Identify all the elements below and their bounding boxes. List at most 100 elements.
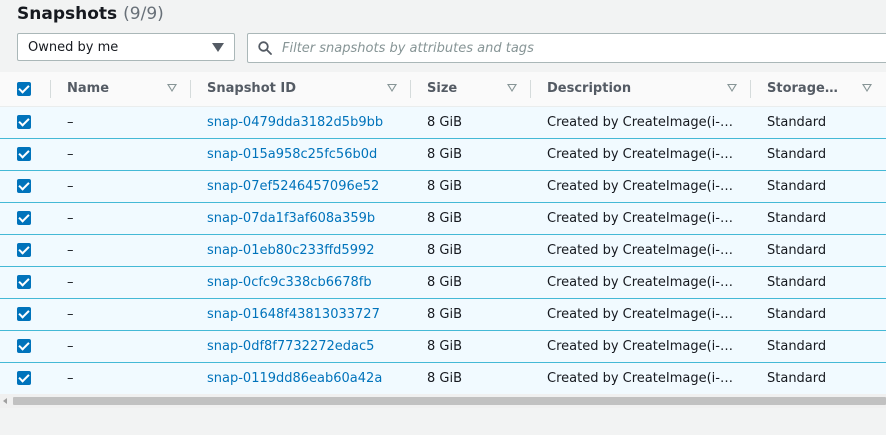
row-checkbox[interactable] [17,307,31,321]
row-select-cell [0,234,51,266]
search-icon [258,41,272,55]
row-checkbox[interactable] [17,371,31,385]
description-cell: Created by CreateImage(i-… [547,274,733,290]
storage-cell: Standard [767,306,827,322]
snapshot-id-cell: snap-07da1f3af608a359b [191,202,411,234]
snapshot-id-link[interactable]: snap-0119dd86eab60a42a [207,371,382,386]
column-header-name[interactable]: Name [51,72,191,106]
row-checkbox[interactable] [17,211,31,225]
snapshot-id-cell: snap-0df8f7732272edac5 [191,330,411,362]
storage-cell: Standard [767,370,827,386]
storage-cell: Standard [767,274,827,290]
select-all-checkbox[interactable] [17,81,31,96]
snapshot-id-link[interactable]: snap-01648f43813033727 [207,307,380,322]
row-checkbox[interactable] [17,115,31,129]
size-cell: 8 GiB [427,242,463,258]
description-cell: Created by CreateImage(i-… [547,114,733,130]
snapshot-id-link[interactable]: snap-0479dda3182d5b9bb [207,115,383,130]
description-cell: Created by CreateImage(i-… [547,370,733,386]
row-checkbox[interactable] [17,243,31,257]
storage-cell: Standard [767,338,827,354]
size-cell: 8 GiB [427,146,463,162]
description-cell: Created by CreateImage(i-… [547,210,733,226]
row-checkbox[interactable] [17,179,31,193]
column-header-label: Size [427,81,458,97]
name-cell: – [67,338,74,354]
table-row[interactable]: – snap-07ef5246457096e52 8 GiB Created b… [0,170,886,202]
selection-count: (9/9) [123,4,164,24]
name-cell: – [67,114,74,130]
row-select-cell [0,298,51,330]
table-row[interactable]: – snap-0df8f7732272edac5 8 GiB Created b… [0,330,886,362]
snapshot-id-link[interactable]: snap-0df8f7732272edac5 [207,339,374,354]
snapshot-id-link[interactable]: snap-015a958c25fc56b0d [207,147,377,162]
snapshots-table: Name Snapshot ID Size Description Storag… [0,72,886,395]
snapshot-id-link[interactable]: snap-0cfc9c338cb6678fb [207,275,372,290]
size-cell: 8 GiB [427,210,463,226]
row-select-cell [0,266,51,298]
snapshot-id-link[interactable]: snap-07ef5246457096e52 [207,179,379,194]
size-cell: 8 GiB [427,274,463,290]
size-cell: 8 GiB [427,306,463,322]
table-row[interactable]: – snap-0479dda3182d5b9bb 8 GiB Created b… [0,106,886,138]
column-header-label: Storage… [767,81,838,97]
table-row[interactable]: – snap-01eb80c233ffd5992 8 GiB Created b… [0,234,886,266]
table-row[interactable]: – snap-07da1f3af608a359b 8 GiB Created b… [0,202,886,234]
sort-icon[interactable] [387,84,397,92]
name-cell: – [67,178,74,194]
scroll-left-arrow-icon[interactable] [3,398,7,404]
select-all-header [0,72,51,106]
table-row[interactable]: – snap-0119dd86eab60a42a 8 GiB Created b… [0,362,886,394]
description-cell: Created by CreateImage(i-… [547,146,733,162]
row-checkbox[interactable] [17,147,31,161]
snapshot-id-link[interactable]: snap-01eb80c233ffd5992 [207,243,375,258]
scrollbar-thumb[interactable] [13,397,886,405]
snapshot-id-cell: snap-015a958c25fc56b0d [191,138,411,170]
row-select-cell [0,138,51,170]
description-cell: Created by CreateImage(i-… [547,178,733,194]
size-cell: 8 GiB [427,114,463,130]
row-select-cell [0,170,51,202]
row-checkbox[interactable] [17,275,31,289]
storage-cell: Standard [767,114,827,130]
name-cell: – [67,146,74,162]
row-select-cell [0,106,51,138]
sort-icon[interactable] [507,84,517,92]
snapshot-id-link[interactable]: snap-07da1f3af608a359b [207,211,375,226]
sort-icon[interactable] [727,84,737,92]
row-checkbox[interactable] [17,339,31,353]
description-cell: Created by CreateImage(i-… [547,338,733,354]
name-cell: – [67,306,74,322]
filter-search-input[interactable] [280,39,844,57]
name-cell: – [67,274,74,290]
sort-icon[interactable] [862,84,872,92]
filter-search-box[interactable] [247,33,886,63]
snapshot-id-cell: snap-0479dda3182d5b9bb [191,106,411,138]
row-select-cell [0,330,51,362]
table-row[interactable]: – snap-01648f43813033727 8 GiB Created b… [0,298,886,330]
sort-icon[interactable] [167,84,177,92]
table-row[interactable]: – snap-0cfc9c338cb6678fb 8 GiB Created b… [0,266,886,298]
storage-cell: Standard [767,146,827,162]
snapshot-id-cell: snap-0cfc9c338cb6678fb [191,266,411,298]
page-title: Snapshots [17,4,118,24]
storage-cell: Standard [767,178,827,194]
column-header-label: Description [547,81,632,97]
size-cell: 8 GiB [427,370,463,386]
size-cell: 8 GiB [427,338,463,354]
column-header-label: Snapshot ID [207,81,296,97]
column-header-storage[interactable]: Storage… [751,72,886,106]
column-header-snapshot-id[interactable]: Snapshot ID [191,72,411,106]
owner-filter-select[interactable]: Owned by me [17,33,235,61]
name-cell: – [67,210,74,226]
page-header: Snapshots (9/9) [17,0,164,28]
column-header-description[interactable]: Description [531,72,751,106]
row-select-cell [0,202,51,234]
column-header-size[interactable]: Size [411,72,531,106]
horizontal-scrollbar[interactable] [0,394,886,408]
table-row[interactable]: – snap-015a958c25fc56b0d 8 GiB Created b… [0,138,886,170]
caret-down-icon [212,43,224,52]
owner-filter-value: Owned by me [28,39,119,55]
table-header-row: Name Snapshot ID Size Description Storag… [0,72,886,106]
snapshot-id-cell: snap-07ef5246457096e52 [191,170,411,202]
